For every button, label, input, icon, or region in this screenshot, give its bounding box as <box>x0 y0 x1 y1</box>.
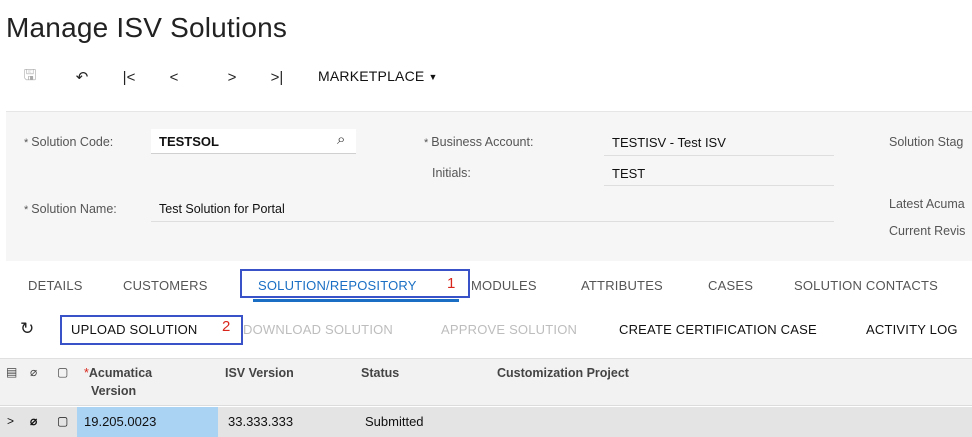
row-note-icon[interactable]: ▢ <box>57 414 68 428</box>
active-tab-indicator <box>253 299 459 302</box>
callout-number-1: 1 <box>447 275 456 292</box>
annotation-box-2 <box>60 315 243 345</box>
cell-acumatica-version[interactable]: 19.205.0023 <box>84 414 156 429</box>
column-customization-project[interactable]: Customization Project <box>497 366 629 380</box>
undo-icon[interactable]: ↶ <box>72 66 92 88</box>
page-title: Manage ISV Solutions <box>6 12 288 43</box>
expand-row-icon[interactable]: > <box>7 414 14 428</box>
solution-stage-label: Solution Stag <box>889 135 964 149</box>
solution-name-underline <box>151 221 834 222</box>
initials-label: Initials: <box>432 166 471 180</box>
activity-log-button[interactable]: ACTIVITY LOG <box>866 322 958 337</box>
create-certification-case-button[interactable]: CREATE CERTIFICATION CASE <box>619 322 817 337</box>
tab-attributes[interactable]: ATTRIBUTES <box>581 278 663 293</box>
column-acumatica-version-line2: Version <box>91 384 137 398</box>
initials-value[interactable]: TEST <box>612 166 645 181</box>
caret-down-icon: ▼ <box>428 72 438 82</box>
next-record-icon[interactable]: > <box>222 66 242 88</box>
solution-code-label: * Solution Code: <box>24 135 114 149</box>
solution-code-value: TESTSOL <box>159 134 219 149</box>
previous-record-icon[interactable]: < <box>164 66 184 88</box>
cell-status[interactable]: Submitted <box>365 414 424 429</box>
marketplace-menu[interactable]: MARKETPLACE ▼ <box>318 68 438 84</box>
tab-customers[interactable]: CUSTOMERS <box>123 278 208 293</box>
tab-solution-contacts[interactable]: SOLUTION CONTACTS <box>794 278 938 293</box>
current-revision-label: Current Revis <box>889 224 966 238</box>
download-solution-button[interactable]: DOWNLOAD SOLUTION <box>243 322 393 337</box>
column-acumatica-version[interactable]: *Acumatica <box>84 366 152 380</box>
tab-details[interactable]: DETAILS <box>28 278 83 293</box>
refresh-icon[interactable]: ↻ <box>20 319 34 339</box>
latest-acumatica-label: Latest Acuma <box>889 197 965 211</box>
column-status[interactable]: Status <box>361 366 399 380</box>
action-toolbar: ↻ UPLOAD SOLUTION DOWNLOAD SOLUTION APPR… <box>6 312 972 346</box>
toolbar: 🖫 ↶ |< < > >| MARKETPLACE ▼ <box>0 66 972 90</box>
grid-layout-icon[interactable]: ▤ <box>6 365 17 379</box>
tab-bar: DETAILS CUSTOMERS SOLUTION/REPOSITORY MO… <box>6 269 972 303</box>
last-record-icon[interactable]: >| <box>266 66 288 88</box>
first-record-icon[interactable]: |< <box>118 66 140 88</box>
tab-modules[interactable]: MODULES <box>471 278 537 293</box>
cell-isv-version[interactable]: 33.333.333 <box>228 414 293 429</box>
solution-name-value[interactable]: Test Solution for Portal <box>159 202 285 216</box>
tab-cases[interactable]: CASES <box>708 278 753 293</box>
business-account-value[interactable]: TESTISV - Test ISV <box>612 135 726 150</box>
search-icon[interactable]: ⌕ <box>337 131 345 148</box>
column-isv-version[interactable]: ISV Version <box>225 366 294 380</box>
table-row[interactable]: > ⌀ ▢ 19.205.0023 33.333.333 Submitted <box>0 407 972 437</box>
grid-header: ▤ ⌀ ▢ *Acumatica Version ISV Version Sta… <box>0 358 972 406</box>
business-account-label: * Business Account: <box>424 135 534 149</box>
attachment-icon: ⌀ <box>30 365 38 379</box>
business-account-underline <box>604 155 834 156</box>
solution-name-label: * Solution Name: <box>24 202 117 216</box>
initials-underline <box>604 185 834 186</box>
save-icon[interactable]: 🖫 <box>20 66 40 88</box>
annotation-box-1 <box>240 269 470 298</box>
row-attachment-icon[interactable]: ⌀ <box>30 414 37 428</box>
approve-solution-button[interactable]: APPROVE SOLUTION <box>441 322 577 337</box>
solution-code-field[interactable]: TESTSOL ⌕ <box>151 129 356 154</box>
note-icon: ▢ <box>57 365 69 379</box>
solution-form: * Solution Code: TESTSOL ⌕ * Business Acco… <box>6 111 972 261</box>
marketplace-menu-label: MARKETPLACE <box>318 68 425 84</box>
callout-number-2: 2 <box>222 318 231 335</box>
